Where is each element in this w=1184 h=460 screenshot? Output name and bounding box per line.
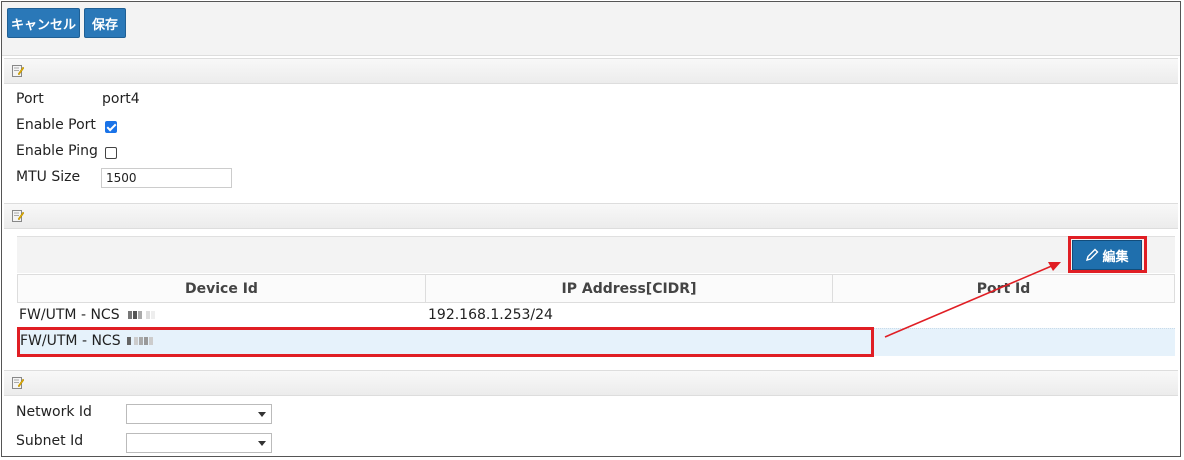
enable-port-checkbox[interactable]	[105, 121, 117, 133]
edit-note-icon	[12, 210, 24, 222]
device-id-text: FW/UTM - NCS	[19, 307, 120, 323]
edit-note-icon	[12, 377, 24, 389]
port-label: Port	[16, 91, 44, 107]
column-header-device-id[interactable]: Device Id	[17, 274, 425, 303]
annotation-arrow-icon	[884, 262, 1061, 338]
enable-ping-checkbox[interactable]	[105, 147, 117, 159]
device-id-cell: FW/UTM - NCS	[19, 307, 156, 323]
network-id-select[interactable]	[126, 404, 272, 424]
network-section-header	[4, 370, 1178, 396]
port-value: port4	[102, 91, 140, 107]
mtu-size-label: MTU Size	[16, 169, 81, 185]
mtu-size-input[interactable]: 1500	[101, 168, 232, 188]
column-header-ip-address[interactable]: IP Address[CIDR]	[425, 274, 832, 303]
edit-note-icon	[12, 65, 24, 77]
annotation-row-highlight	[17, 327, 874, 357]
port-section-header	[4, 58, 1178, 84]
subnet-id-label: Subnet Id	[16, 433, 84, 449]
chevron-down-icon	[258, 412, 266, 417]
main-frame: キャンセル 保存 Port port4 Enable Port Enable P…	[1, 1, 1181, 457]
network-id-label: Network Id	[16, 404, 92, 420]
enable-port-label: Enable Port	[16, 117, 96, 133]
enable-ping-label: Enable Ping	[16, 143, 98, 159]
ip-address-cell: 192.168.1.253/24	[428, 307, 553, 323]
save-button[interactable]: 保存	[84, 8, 126, 38]
annotation-edit-highlight	[1068, 236, 1147, 273]
device-section-header	[4, 203, 1178, 229]
chevron-down-icon	[258, 441, 266, 446]
redacted-text	[128, 307, 156, 323]
cancel-button[interactable]: キャンセル	[7, 8, 80, 38]
subnet-id-select[interactable]	[126, 433, 272, 453]
toolbar: キャンセル 保存	[2, 2, 1180, 56]
